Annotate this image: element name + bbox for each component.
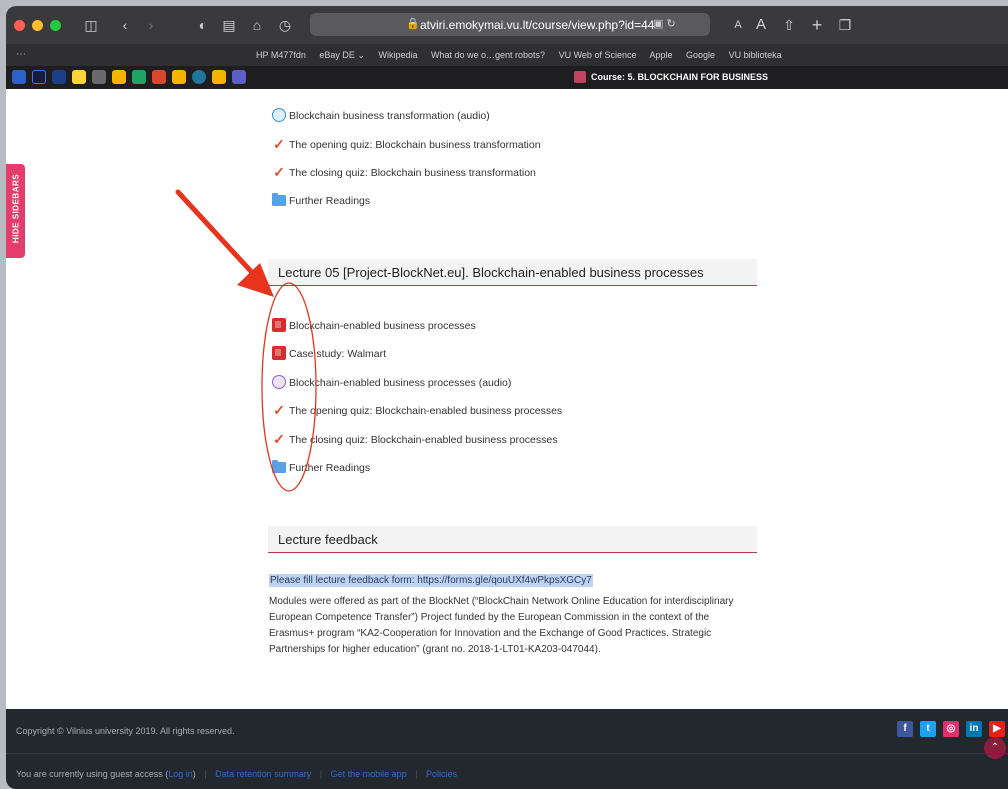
pinned-tab-icon[interactable] [12,70,26,84]
policies-link[interactable]: Policies [426,769,457,779]
pinned-tab-icon[interactable] [152,70,166,84]
copyright-text: Copyright © Vilnius university 2019. All… [16,726,235,736]
annotation-ellipse [261,282,317,492]
forward-icon[interactable]: › [140,15,162,35]
favorite-link[interactable]: Apple [649,50,672,60]
linkedin-icon[interactable]: in [966,721,982,737]
favorite-link[interactable]: What do we o…gent robots? [431,50,545,60]
pinned-tab-icon[interactable] [132,70,146,84]
back-icon[interactable]: ‹ [114,15,136,35]
course-favicon-icon [574,71,586,83]
active-tab-title[interactable]: Course: 5. BLOCKCHAIN FOR BUSINESS [591,72,768,82]
translate-icon[interactable]: ▣ ↻ [653,17,676,30]
close-window-button[interactable] [14,20,25,31]
pinned-tab-icon[interactable] [172,70,186,84]
pinned-tab-icon[interactable] [112,70,126,84]
pinned-tab-icon[interactable] [32,70,46,84]
favorites-bar: ⋯ HP M477fdn eBay DE ⌄ Wikipedia What do… [6,44,1008,66]
guest-access-line: You are currently using guest access (Lo… [16,769,458,779]
favorite-link[interactable]: VU biblioteka [729,50,782,60]
favorite-link[interactable]: VU Web of Science [559,50,637,60]
history-icon[interactable]: ◷ [274,15,296,35]
mobile-app-link[interactable]: Get the mobile app [331,769,407,779]
pinned-tab-icon[interactable] [212,70,226,84]
share-icon[interactable]: ⇧ [778,15,800,35]
address-bar[interactable]: 🔒 atviri.emokymai.vu.lt/course/view.php?… [310,13,710,36]
pinned-tab-icon[interactable] [52,70,66,84]
login-link[interactable]: Log in [168,769,193,779]
page-footer: Copyright © Vilnius university 2019. All… [6,709,1008,789]
sidebar-icon[interactable]: ◫ [80,15,102,35]
home-icon[interactable]: ⌂ [246,15,268,35]
youtube-icon[interactable]: ▶ [989,721,1005,737]
pinned-tab-icon[interactable] [192,70,206,84]
data-retention-link[interactable]: Data retention summary [215,769,311,779]
browser-toolbar: ◫ ‹ › ◐ ▤ ⌂ ◷ 🔒 atviri.emokymai.vu.lt/co… [6,6,1008,44]
minimize-window-button[interactable] [32,20,43,31]
facebook-icon[interactable]: f [897,721,913,737]
pinned-tab-icon[interactable] [92,70,106,84]
tab-overview-icon[interactable]: ❐ [834,15,856,35]
scroll-to-top-button[interactable]: ⌃ [984,737,1006,759]
annotation-arrow-shaft [175,189,261,282]
footer-divider [6,753,1008,754]
pinned-tab-icon[interactable] [72,70,86,84]
text-larger-icon[interactable]: A [750,15,772,35]
reader-icon[interactable]: ▤ [218,15,240,35]
browser-window: ◫ ‹ › ◐ ▤ ⌂ ◷ 🔒 atviri.emokymai.vu.lt/co… [6,6,1008,789]
favorite-link[interactable]: HP M477fdn [256,50,306,60]
favorite-link[interactable]: eBay DE ⌄ [319,50,365,60]
favorite-link[interactable]: Google [686,50,715,60]
lock-icon: 🔒 [406,18,420,30]
annotation-arrow-head [237,263,274,297]
new-tab-icon[interactable]: + [806,15,828,35]
tab-bar: Course: 5. BLOCKCHAIN FOR BUSINESS [6,66,1008,89]
favorite-link[interactable]: Wikipedia [378,50,417,60]
pinned-tab-icon[interactable] [232,70,246,84]
text-smaller-icon[interactable]: A [727,15,749,35]
privacy-icon[interactable]: ◐ [192,15,214,35]
zoom-window-button[interactable] [50,20,61,31]
favorites-grid-icon[interactable]: ⋯ [16,49,26,60]
instagram-icon[interactable]: ◎ [943,721,959,737]
page-content: HIDE SIDEBARS Blockchain business transf… [6,89,1008,709]
url-text: atviri.emokymai.vu.lt/course/view.php?id… [420,18,655,32]
twitter-icon[interactable]: t [920,721,936,737]
annotation-overlay [175,189,317,492]
